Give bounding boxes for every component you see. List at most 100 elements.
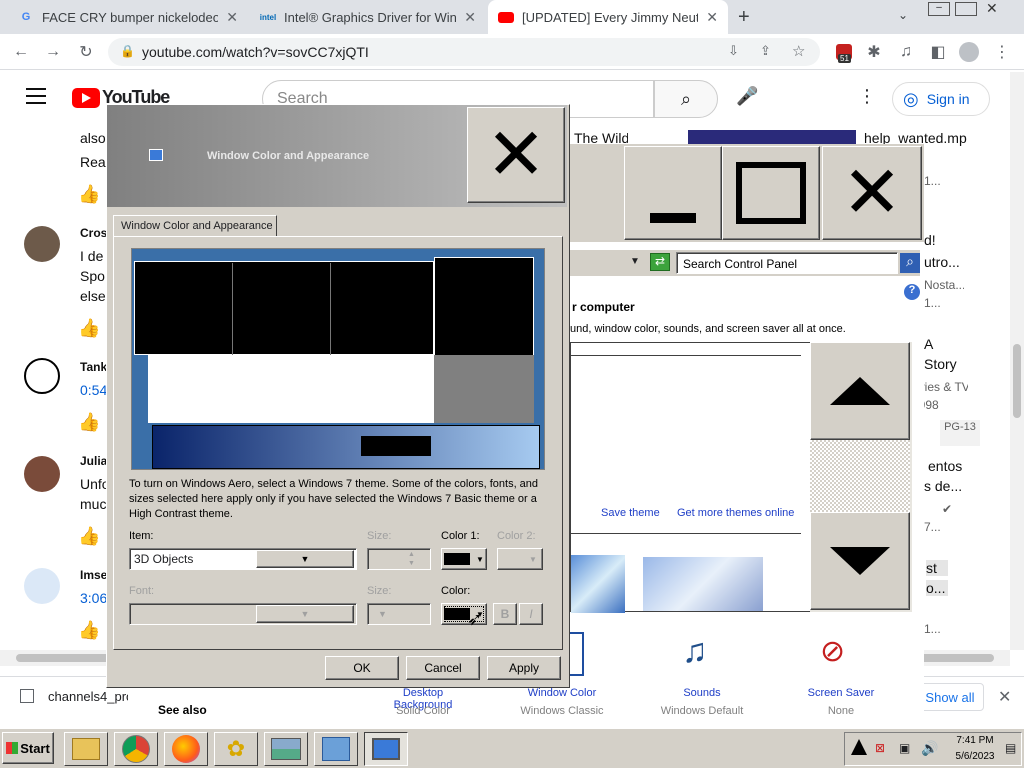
- taskbar-chrome[interactable]: [114, 732, 158, 766]
- restore-icon[interactable]: [955, 2, 977, 16]
- avatar[interactable]: [24, 456, 60, 492]
- close-window-icon[interactable]: ✕: [986, 0, 998, 17]
- back-icon[interactable]: ←: [10, 41, 32, 63]
- appearance-preview[interactable]: [131, 248, 545, 470]
- avatar[interactable]: [24, 568, 60, 604]
- item-dropdown-button[interactable]: ▼: [256, 550, 354, 568]
- video-title[interactable]: st: [926, 560, 948, 576]
- tab-youtube[interactable]: [UPDATED] Every Jimmy Neutron ✕: [488, 0, 728, 34]
- clock-date[interactable]: 5/6/2023: [951, 751, 999, 762]
- taskbar-explorer[interactable]: [64, 732, 108, 766]
- like-icon[interactable]: 👍: [78, 184, 100, 205]
- taskbar-control-panel[interactable]: [314, 732, 358, 766]
- extensions-puzzle-icon[interactable]: ✱: [863, 41, 885, 63]
- tab-search-chevron-icon[interactable]: ⌄: [898, 8, 908, 22]
- profile-avatar[interactable]: [959, 42, 979, 62]
- hamburger-menu-icon[interactable]: [26, 88, 46, 104]
- cp-maximize-button[interactable]: [722, 146, 820, 240]
- theme-thumbnail[interactable]: [643, 557, 763, 611]
- address-bar[interactable]: 🔒 youtube.com/watch?v=sovCC7xjQTI ⇩ ⇪ ☆: [108, 38, 820, 66]
- cp-search-input[interactable]: Search Control Panel: [676, 252, 898, 274]
- go-arrow-icon[interactable]: ⇄: [650, 253, 670, 271]
- scroll-up-button[interactable]: [810, 342, 910, 440]
- youtube-logo-icon[interactable]: [72, 88, 100, 108]
- tab-intel[interactable]: intel Intel® Graphics Driver for Windo ✕: [250, 0, 486, 34]
- sounds-icon[interactable]: ♫: [682, 632, 708, 671]
- theme-thumbnail[interactable]: [571, 555, 625, 613]
- taskbar-display-settings[interactable]: [364, 732, 408, 766]
- clock-time[interactable]: 7:41 PM: [951, 735, 999, 746]
- media-control-icon[interactable]: ♫: [895, 41, 917, 63]
- comment-author[interactable]: Tank: [80, 360, 106, 374]
- close-download-bar-icon[interactable]: ✕: [998, 687, 1011, 707]
- search-icon[interactable]: ⌕: [900, 253, 920, 273]
- video-title[interactable]: A: [924, 336, 964, 352]
- browser-menu-icon[interactable]: ⋮: [991, 41, 1013, 63]
- scrollbar-thumb[interactable]: [1013, 344, 1021, 418]
- more-themes-link[interactable]: Get more themes online: [677, 507, 794, 519]
- video-title[interactable]: d!: [924, 232, 964, 248]
- taskbar-photo-viewer[interactable]: [264, 732, 308, 766]
- bookmark-star-icon[interactable]: ☆: [792, 42, 805, 60]
- screen-saver-icon[interactable]: ⊘: [820, 634, 845, 669]
- comment-author[interactable]: Julia: [80, 454, 106, 468]
- tab-close-icon[interactable]: ✕: [706, 9, 718, 26]
- cp-scrollbar[interactable]: [810, 342, 912, 612]
- dialog-close-button[interactable]: ✕: [467, 107, 565, 203]
- action-center-icon[interactable]: ▤: [1005, 741, 1016, 755]
- taskbar-bee-app[interactable]: ✿: [214, 732, 258, 766]
- video-title[interactable]: s de...: [924, 478, 968, 494]
- comment-author[interactable]: Imse: [80, 568, 106, 582]
- start-button[interactable]: Start: [2, 732, 54, 764]
- download-item-name[interactable]: channels4_pro: [48, 689, 128, 704]
- show-all-button[interactable]: Show all: [916, 683, 984, 711]
- like-icon[interactable]: 👍: [78, 318, 100, 339]
- cp-minimize-button[interactable]: [624, 146, 722, 240]
- cp-close-button[interactable]: ✕: [822, 146, 922, 240]
- forward-icon[interactable]: →: [42, 41, 64, 63]
- video-title[interactable]: utro...: [924, 254, 964, 270]
- show-hidden-icons[interactable]: [851, 739, 867, 755]
- display-tray-icon[interactable]: ▣: [899, 741, 910, 755]
- cancel-button[interactable]: Cancel: [406, 656, 480, 680]
- tab-face-cry[interactable]: G FACE CRY bumper nickelodeon - ✕: [8, 0, 248, 34]
- screen-saver-link[interactable]: Screen Saver: [791, 687, 891, 699]
- tab-close-icon[interactable]: ✕: [226, 9, 238, 26]
- video-thumbnail[interactable]: [688, 130, 856, 144]
- avatar[interactable]: [24, 226, 60, 262]
- color1-picker[interactable]: ▼: [441, 548, 487, 570]
- like-icon[interactable]: 👍: [78, 526, 100, 547]
- yt-search-button[interactable]: ⌕: [654, 80, 718, 118]
- tab-close-icon[interactable]: ✕: [464, 9, 476, 26]
- apply-button[interactable]: Apply: [487, 656, 561, 680]
- side-panel-icon[interactable]: ◧: [927, 41, 949, 63]
- taskbar-firefox[interactable]: [164, 732, 208, 766]
- video-title[interactable]: entos: [928, 458, 968, 474]
- sounds-link[interactable]: Sounds: [652, 687, 752, 699]
- help-icon[interactable]: ?: [904, 284, 920, 300]
- window-color-link[interactable]: Window Color: [512, 687, 612, 699]
- address-dropdown-icon[interactable]: ▼: [630, 256, 640, 267]
- scroll-down-button[interactable]: [810, 512, 910, 610]
- like-icon[interactable]: 👍: [78, 620, 100, 641]
- video-title[interactable]: Story: [924, 356, 964, 372]
- video-title[interactable]: o...: [926, 580, 948, 596]
- like-icon[interactable]: 👍: [78, 412, 100, 433]
- tab-window-color[interactable]: Window Color and Appearance: [113, 215, 277, 237]
- timestamp-link[interactable]: 3:06: [80, 590, 106, 606]
- install-icon[interactable]: ⇩: [728, 43, 739, 59]
- share-icon[interactable]: ⇪: [760, 43, 771, 59]
- timestamp-link[interactable]: 0:54: [80, 382, 106, 398]
- volume-icon[interactable]: 🔊: [921, 740, 938, 757]
- reload-icon[interactable]: ↻: [75, 41, 97, 63]
- item-select[interactable]: 3D Objects ▼: [129, 548, 357, 570]
- extension-icon[interactable]: 51: [836, 44, 852, 63]
- minimize-icon[interactable]: –: [928, 2, 950, 16]
- ok-button[interactable]: OK: [325, 656, 399, 680]
- avatar[interactable]: [24, 358, 60, 394]
- microphone-icon[interactable]: 🎤: [736, 86, 758, 107]
- yt-settings-menu-icon[interactable]: ⋮: [858, 86, 876, 107]
- save-theme-link[interactable]: Save theme: [601, 507, 660, 519]
- scroll-track[interactable]: [810, 440, 910, 512]
- new-tab-icon[interactable]: +: [738, 6, 750, 29]
